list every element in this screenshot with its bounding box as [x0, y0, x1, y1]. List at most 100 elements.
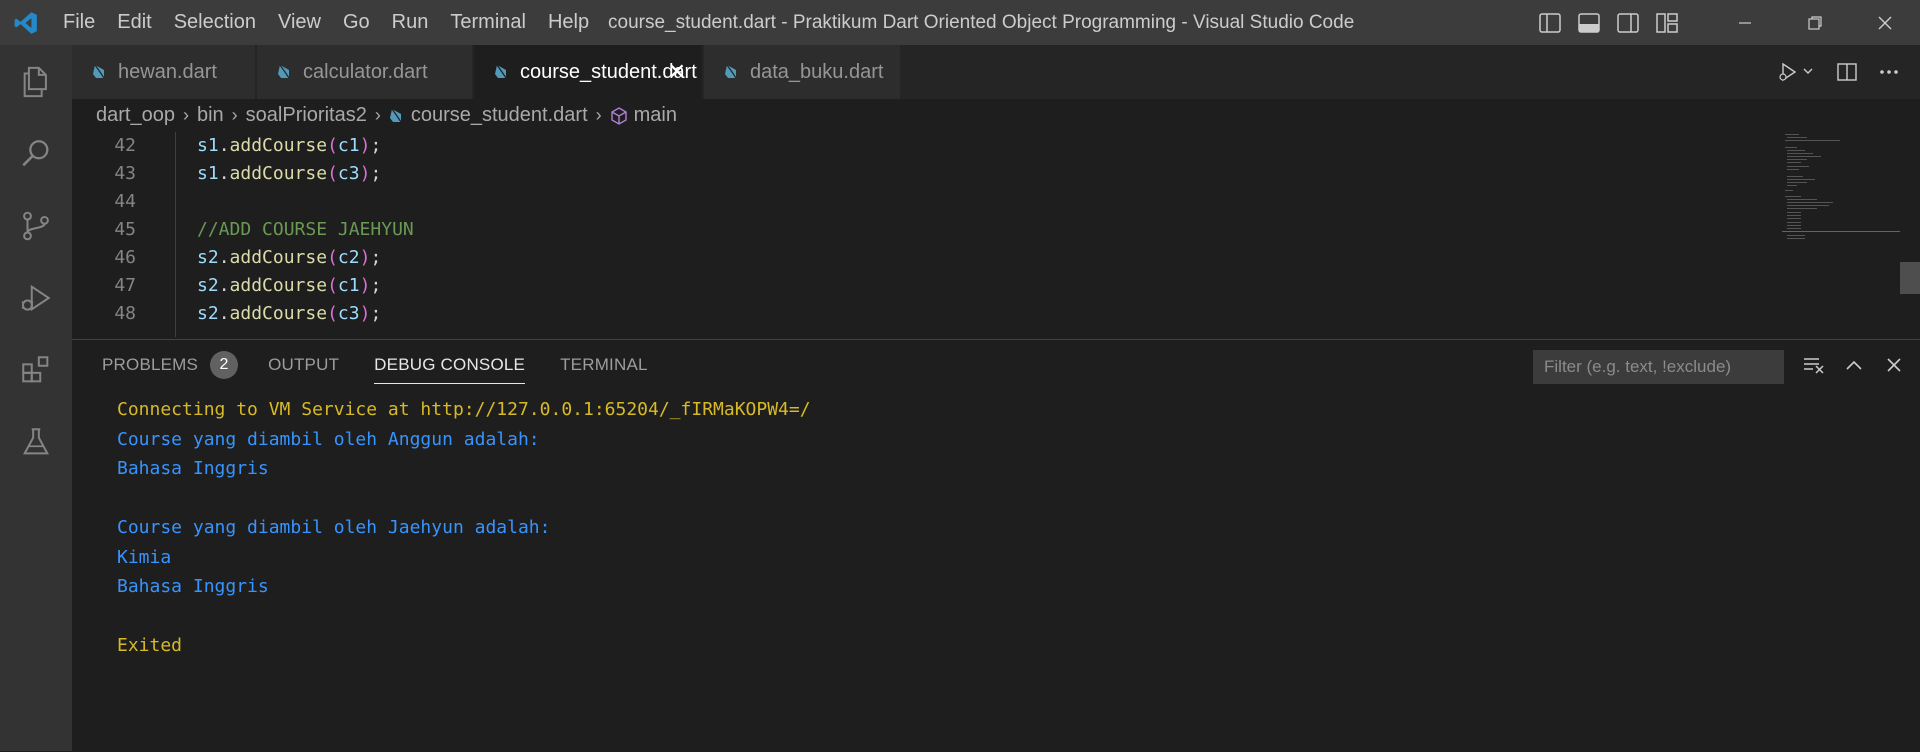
clear-console-icon[interactable]	[1794, 340, 1834, 390]
menu-edit[interactable]: Edit	[106, 0, 162, 45]
tab-label: TERMINAL	[560, 355, 648, 374]
breadcrumb-file[interactable]: course_student.dart	[389, 104, 588, 127]
breadcrumb-item[interactable]: dart_oop	[96, 104, 175, 127]
window-title: course_student.dart - Praktikum Dart Ori…	[608, 12, 1355, 33]
tab-data-buku-dart[interactable]: data_buku.dart	[704, 45, 900, 99]
tab-output[interactable]: OUTPUT	[268, 340, 339, 390]
dart-file-icon	[93, 64, 105, 79]
restore-icon[interactable]	[1780, 0, 1850, 45]
console-line: Connecting to VM Service at http://127.0…	[117, 399, 811, 420]
minimize-icon[interactable]	[1710, 0, 1780, 45]
console-line: Bahasa Inggris	[117, 576, 269, 597]
breadcrumb: dart_oop › bin › soalPrioritas2 › course…	[72, 99, 1920, 132]
extensions-icon[interactable]	[0, 334, 72, 406]
menu-bar: File Edit Selection View Go Run Terminal…	[52, 0, 600, 45]
line-number: 46	[114, 247, 136, 268]
code-line: 46 s2.addCourse(c2);	[72, 244, 1772, 272]
code-line: 43 s1.addCourse(c3);	[72, 160, 1772, 188]
split-editor-icon[interactable]	[1826, 45, 1868, 99]
console-line: Course yang diambil oleh Anggun adalah:	[117, 428, 540, 450]
editor-scrollbar[interactable]	[1900, 132, 1920, 337]
tab-debug-console[interactable]: DEBUG CONSOLE	[374, 340, 526, 390]
dart-file-icon	[389, 108, 402, 122]
line-number: 43	[114, 163, 136, 184]
close-window-icon[interactable]	[1850, 0, 1920, 45]
chevron-right-icon: ›	[595, 105, 602, 125]
close-panel-icon[interactable]	[1874, 340, 1914, 390]
dart-file-icon	[278, 64, 290, 79]
testing-icon[interactable]	[0, 406, 72, 478]
code-comment: //ADD COURSE JAEHYUN	[197, 219, 414, 240]
minimap[interactable]	[1782, 132, 1900, 337]
tab-hewan-dart[interactable]: hewan.dart	[72, 45, 255, 99]
debug-console-output[interactable]: Connecting to VM Service at http://127.0…	[117, 395, 811, 661]
close-tab-icon[interactable]: ✕	[668, 59, 686, 85]
breadcrumb-item[interactable]: bin	[197, 104, 224, 127]
menu-help[interactable]: Help	[537, 0, 600, 45]
code-text: s1.addCourse(c3);	[197, 163, 382, 184]
menu-view[interactable]: View	[267, 0, 332, 45]
cube-method-icon	[610, 106, 627, 125]
search-icon[interactable]	[0, 118, 72, 190]
code-editor[interactable]: 42 s1.addCourse(c1); 43 s1.addCourse(c3)…	[72, 132, 1920, 337]
editor-scrollbar-thumb[interactable]	[1900, 262, 1920, 294]
line-number: 48	[114, 303, 136, 324]
line-number: 42	[114, 135, 136, 156]
tab-label: PROBLEMS	[102, 355, 199, 374]
menu-file[interactable]: File	[52, 0, 106, 45]
chevron-right-icon: ›	[182, 105, 189, 125]
code-text: s2.addCourse(c1);	[197, 275, 382, 296]
chevron-right-icon: ›	[231, 105, 238, 125]
menu-selection[interactable]: Selection	[163, 0, 267, 45]
toggle-panel-icon[interactable]	[1569, 0, 1608, 45]
title-bar: File Edit Selection View Go Run Terminal…	[0, 0, 1920, 45]
explorer-icon[interactable]	[0, 46, 72, 118]
tab-label: hewan.dart	[118, 60, 217, 83]
tab-terminal[interactable]: TERMINAL	[560, 340, 648, 390]
vscode-logo-icon	[0, 0, 52, 45]
code-line: 42 s1.addCourse(c1);	[72, 132, 1772, 160]
console-line: Bahasa Inggris	[117, 458, 269, 479]
line-number: 44	[114, 191, 136, 212]
code-line: 47 s2.addCourse(c1);	[72, 272, 1772, 300]
console-line: Course yang diambil oleh Jaehyun adalah:	[117, 517, 551, 538]
line-number: 47	[114, 275, 136, 296]
code-text: s2.addCourse(c2);	[197, 247, 382, 268]
menu-terminal[interactable]: Terminal	[439, 0, 537, 45]
tab-calculator-dart[interactable]: calculator.dart	[257, 45, 472, 99]
code-line: 45 //ADD COURSE JAEHYUN	[72, 216, 1772, 244]
run-debug-dropdown-icon[interactable]	[1766, 45, 1826, 99]
activity-bar	[0, 45, 72, 751]
menu-go[interactable]: Go	[332, 0, 381, 45]
customize-layout-icon[interactable]	[1647, 0, 1686, 45]
problems-count-badge: 2	[210, 351, 239, 379]
line-number: 45	[114, 219, 136, 240]
panel-tabs: PROBLEMS 2 OUTPUT DEBUG CONSOLE TERMINAL	[72, 340, 648, 390]
run-debug-icon[interactable]	[0, 262, 72, 334]
breadcrumb-item: course_student.dart	[410, 104, 588, 126]
breadcrumb-symbol[interactable]: main	[610, 104, 677, 127]
editor-tabs: hewan.dart calculator.dart course_studen…	[72, 45, 1920, 99]
tab-course-student-dart[interactable]: course_student.dart ✕	[474, 45, 702, 99]
chevron-right-icon: ›	[374, 105, 381, 125]
dart-file-icon	[495, 64, 507, 79]
maximize-panel-icon[interactable]	[1834, 340, 1874, 390]
bottom-panel: PROBLEMS 2 OUTPUT DEBUG CONSOLE TERMINAL…	[72, 339, 1920, 752]
code-line: 48 s2.addCourse(c3);	[72, 300, 1772, 328]
toggle-primary-sidebar-icon[interactable]	[1530, 0, 1569, 45]
console-line: Exited	[117, 635, 183, 656]
console-line: Kimia	[117, 546, 172, 568]
more-actions-icon[interactable]	[1868, 45, 1910, 99]
dart-file-icon	[725, 64, 737, 79]
code-text: s1.addCourse(c1);	[197, 135, 382, 156]
breadcrumb-item: main	[633, 104, 677, 126]
breadcrumb-item[interactable]: soalPrioritas2	[246, 104, 367, 127]
source-control-icon[interactable]	[0, 190, 72, 262]
toggle-secondary-sidebar-icon[interactable]	[1608, 0, 1647, 45]
console-filter-input[interactable]	[1533, 350, 1784, 384]
tab-problems[interactable]: PROBLEMS 2	[102, 340, 239, 390]
menu-run[interactable]: Run	[381, 0, 440, 45]
tab-label: data_buku.dart	[750, 60, 884, 83]
code-line: 44	[72, 188, 1772, 216]
